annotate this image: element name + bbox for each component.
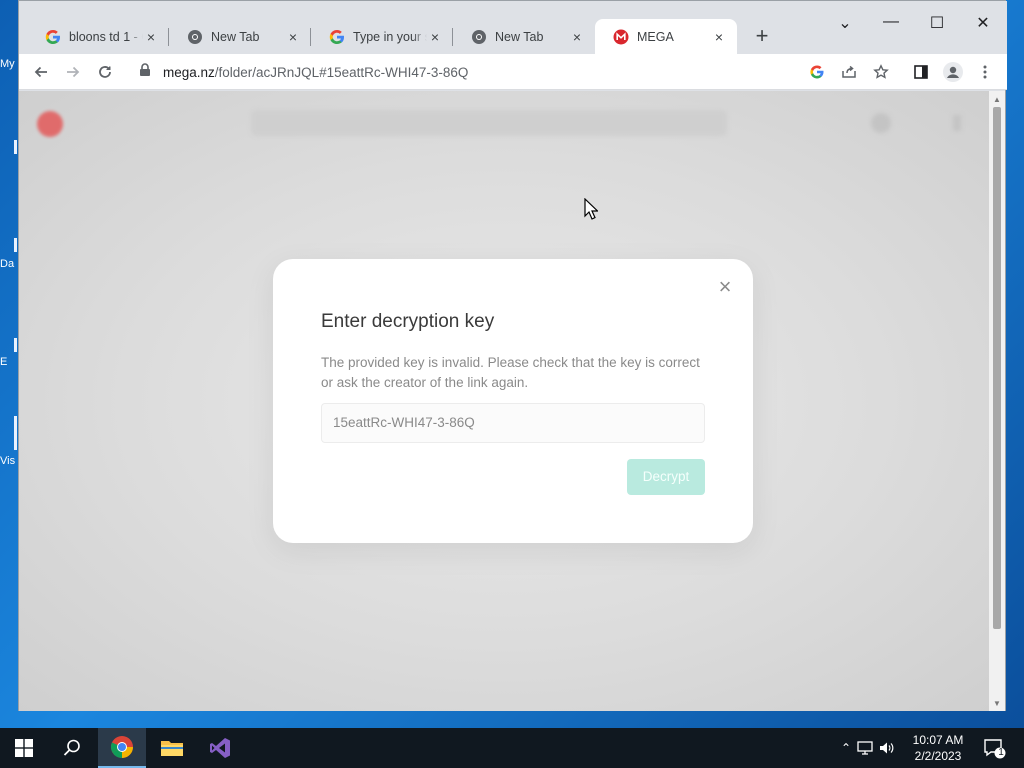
start-button[interactable] <box>0 728 48 768</box>
tab-title: New Tab <box>211 29 260 44</box>
google-lens-button[interactable] <box>803 58 831 86</box>
chrome-icon <box>187 29 203 45</box>
forward-arrow-icon <box>67 66 80 78</box>
minimize-button[interactable]: — <box>879 13 903 37</box>
avatar-icon <box>943 62 963 82</box>
scroll-thumb[interactable] <box>993 107 1001 629</box>
tab-title: New Tab <box>495 29 544 44</box>
tab-title: Type in your search <box>353 29 427 44</box>
google-icon <box>329 29 345 45</box>
desktop-icon-label[interactable]: My <box>0 58 18 70</box>
desktop-icon-label[interactable]: Vis <box>0 455 18 467</box>
notification-center-button[interactable]: 1 <box>982 736 1006 760</box>
google-icon <box>45 29 61 45</box>
blurred-account-icon <box>871 113 891 133</box>
blurred-menu-icon <box>953 115 961 131</box>
url-host: mega.nz <box>163 64 215 80</box>
tab-close-icon[interactable]: × <box>711 29 727 45</box>
dialog-message: The provided key is invalid. Please chec… <box>321 355 700 390</box>
tab-close-icon[interactable]: × <box>427 29 443 45</box>
visual-studio-icon <box>210 738 230 758</box>
url-text[interactable]: mega.nz/folder/acJRnJQL#15eattRc-WHI47-3… <box>163 65 468 80</box>
url-path: /folder/acJRnJQL#15eattRc-WHI47-3-86Q <box>214 64 469 80</box>
folder-icon <box>161 741 183 756</box>
profile-button[interactable] <box>939 58 967 86</box>
tab-close-icon[interactable]: × <box>143 29 159 45</box>
network-icon[interactable] <box>854 741 876 755</box>
tab-strip: bloons td 1 - Google Search × New Tab × … <box>19 1 1007 54</box>
desktop-icon-label[interactable]: Da <box>0 258 18 270</box>
clock-time: 10:07 AM <box>912 733 964 747</box>
new-tab-button[interactable]: + <box>750 25 774 49</box>
windows-logo-icon <box>15 739 33 757</box>
tab-new-tab-2[interactable]: New Tab × <box>453 19 595 54</box>
side-panel-button[interactable] <box>907 58 935 86</box>
side-panel-icon <box>914 65 928 79</box>
tab-close-icon[interactable]: × <box>285 29 301 45</box>
back-button[interactable] <box>27 58 55 86</box>
kebab-menu-icon <box>983 65 987 79</box>
mouse-cursor-icon <box>584 198 598 220</box>
system-tray: ⌃ <box>838 728 898 768</box>
star-icon <box>873 64 889 79</box>
taskbar-chrome[interactable] <box>98 728 146 768</box>
taskbar-visual-studio[interactable] <box>196 728 244 768</box>
notification-count: 1 <box>998 747 1004 758</box>
menu-button[interactable] <box>971 58 999 86</box>
tab-close-icon[interactable]: × <box>569 29 585 45</box>
share-icon <box>842 65 856 78</box>
tab-new-tab-1[interactable]: New Tab × <box>169 19 311 54</box>
reload-icon <box>99 66 111 78</box>
bookmark-button[interactable] <box>867 58 895 86</box>
lock-icon[interactable] <box>139 62 153 82</box>
tab-title: bloons td 1 - Google Search <box>69 29 143 44</box>
taskbar: ⌃ 10:07 AM 2/2/2023 1 <box>0 728 1024 768</box>
tab-search-button[interactable]: ⌄ <box>833 13 857 37</box>
google-g-icon <box>810 65 824 79</box>
close-icon[interactable]: × <box>715 276 735 298</box>
forward-button[interactable] <box>59 58 87 86</box>
taskbar-file-explorer[interactable] <box>148 728 196 768</box>
taskbar-search-button[interactable] <box>48 728 96 768</box>
chrome-window: bloons td 1 - Google Search × New Tab × … <box>18 0 1007 711</box>
reload-button[interactable] <box>91 58 119 86</box>
desktop-icon[interactable] <box>14 238 17 252</box>
desktop-icon-label[interactable]: E <box>0 356 18 368</box>
clock-date: 2/2/2023 <box>914 749 962 763</box>
scroll-up-icon[interactable]: ▲ <box>992 95 1002 104</box>
address-bar[interactable]: mega.nz/folder/acJRnJQL#15eattRc-WHI47-3… <box>129 57 909 87</box>
maximize-button[interactable]: ☐ <box>925 13 949 37</box>
page-scrollbar[interactable]: ▲ ▼ <box>989 91 1005 711</box>
tab-type-search[interactable]: Type in your search × <box>311 19 453 54</box>
chevron-up-icon[interactable]: ⌃ <box>838 741 854 755</box>
search-icon <box>63 739 80 756</box>
chrome-icon <box>111 736 133 758</box>
desktop-icon[interactable] <box>14 416 17 450</box>
share-button[interactable] <box>835 58 863 86</box>
tab-mega[interactable]: MEGA × <box>595 19 737 54</box>
scroll-down-icon[interactable]: ▼ <box>992 699 1002 708</box>
dialog-title: Enter decryption key <box>321 311 495 332</box>
mega-logo-icon <box>37 111 63 137</box>
tab-title: MEGA <box>637 29 674 44</box>
tab-bloons-search[interactable]: bloons td 1 - Google Search × <box>27 19 169 54</box>
browser-toolbar: mega.nz/folder/acJRnJQL#15eattRc-WHI47-3… <box>19 54 1007 90</box>
desktop-icon[interactable] <box>14 140 17 154</box>
decryption-key-input[interactable]: 15eattRc-WHI47-3-86Q <box>321 403 705 443</box>
decryption-key-dialog: × Enter decryption key The provided key … <box>273 259 753 543</box>
chrome-icon <box>471 29 487 45</box>
desktop-icon[interactable] <box>14 338 17 352</box>
close-window-button[interactable]: ✕ <box>971 13 995 37</box>
decrypt-button[interactable]: Decrypt <box>627 459 705 495</box>
back-arrow-icon <box>34 66 47 78</box>
page-viewport: × Enter decryption key The provided key … <box>19 91 991 711</box>
mega-icon <box>613 29 629 45</box>
volume-icon[interactable] <box>876 741 898 755</box>
clock[interactable]: 10:07 AM 2/2/2023 <box>906 732 970 764</box>
blurred-search-bar <box>251 110 727 136</box>
